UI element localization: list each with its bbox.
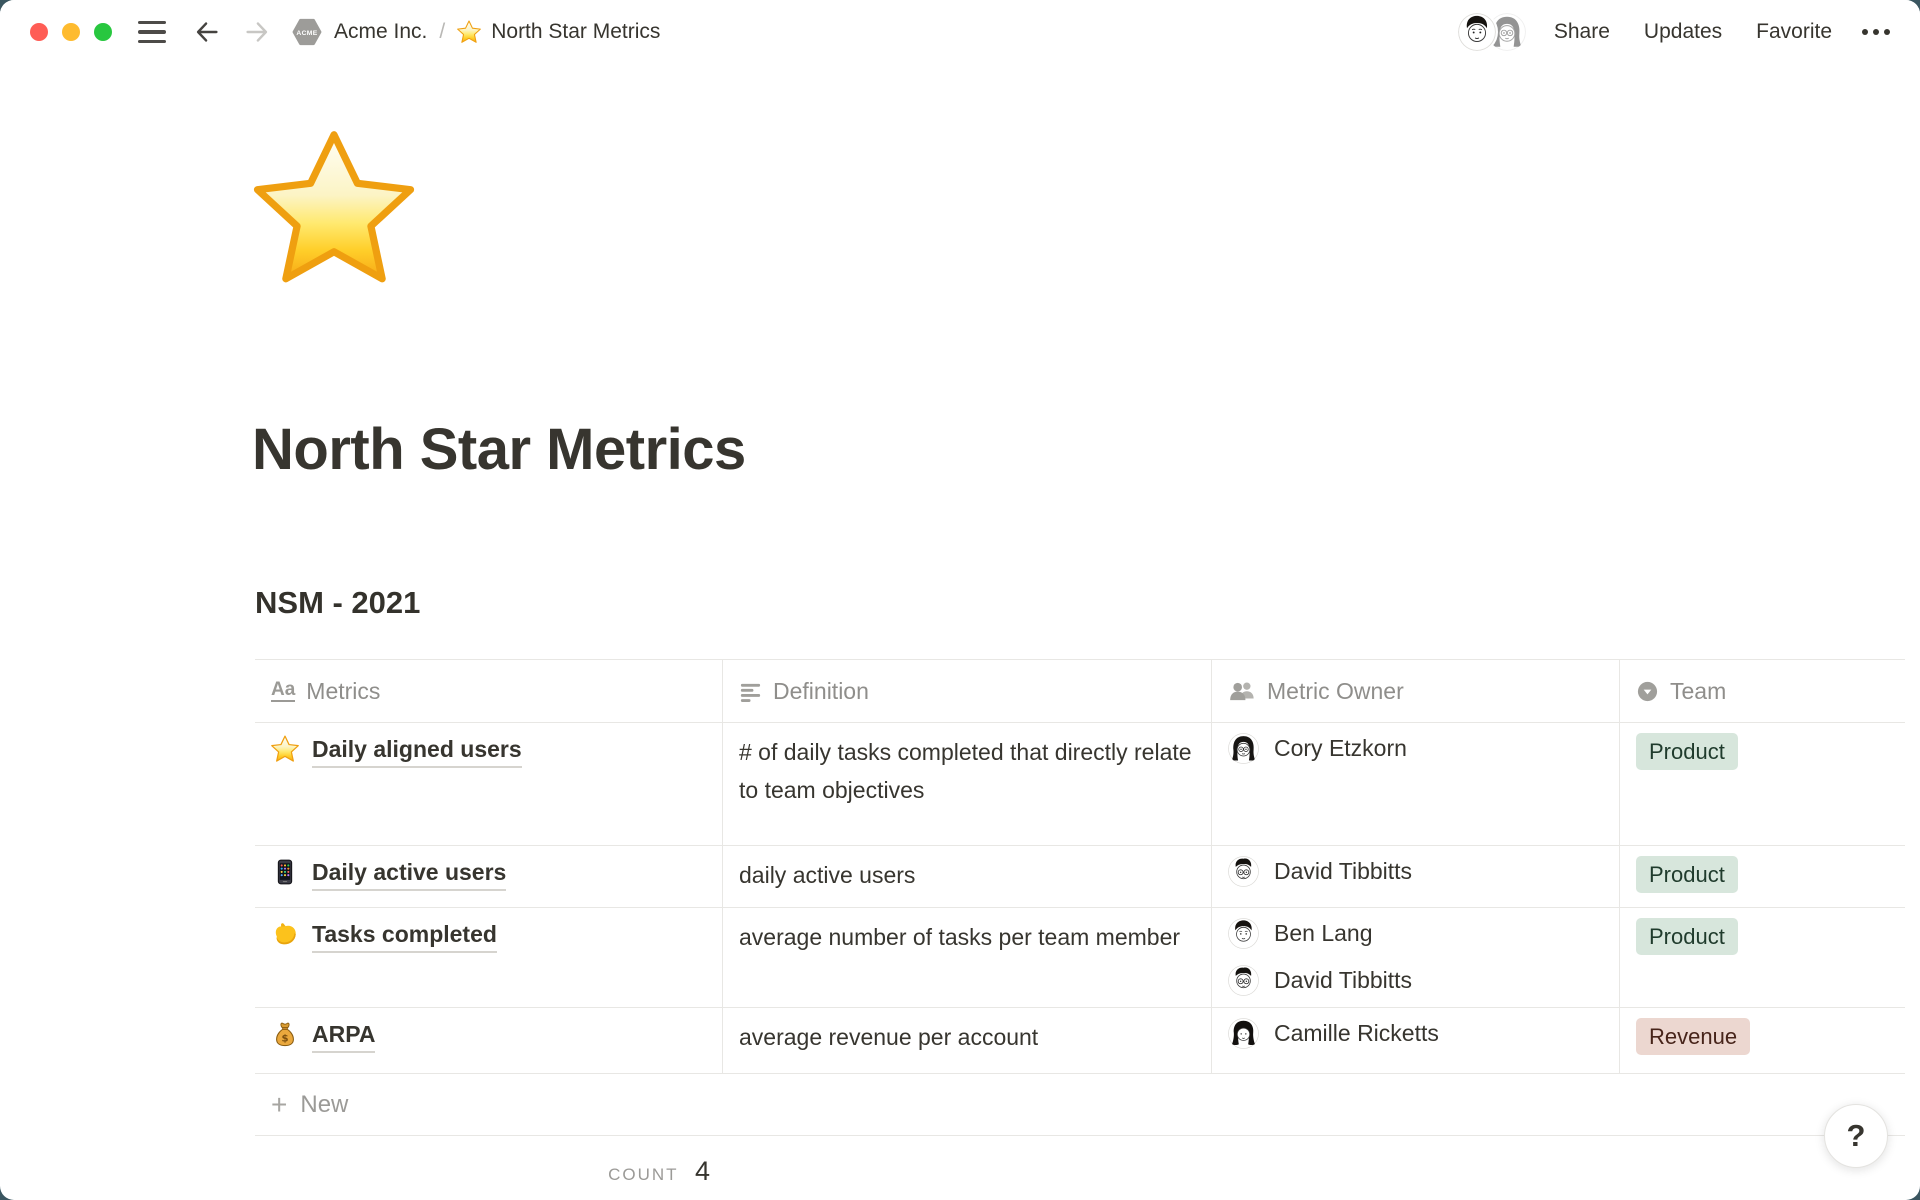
team-cell: Product: [1620, 908, 1905, 1007]
owner-name: Camille Ricketts: [1274, 1020, 1439, 1047]
cory-avatar: [1228, 733, 1259, 764]
team-cell: Product: [1620, 723, 1905, 845]
column-label: Metric Owner: [1267, 678, 1404, 705]
page-title[interactable]: North Star Metrics: [252, 417, 746, 483]
star-emoji: [271, 735, 299, 763]
metric-page-link[interactable]: Tasks completed: [312, 918, 497, 953]
definition-cell[interactable]: average number of tasks per team member: [723, 908, 1212, 1007]
person-property-icon: [1228, 678, 1256, 704]
share-button[interactable]: Share: [1554, 20, 1610, 44]
definition-cell[interactable]: # of daily tasks completed that directly…: [723, 723, 1212, 845]
table-row: ARPA average revenue per account Camille…: [255, 1008, 1905, 1074]
updates-button[interactable]: Updates: [1644, 20, 1722, 44]
back-icon[interactable]: [192, 17, 222, 47]
table-row: Daily active users daily active users Da…: [255, 846, 1905, 908]
notion-window: Acme Inc. / North Star Metrics Share Upd…: [0, 0, 1920, 1200]
breadcrumb-star-icon: [457, 20, 481, 44]
table-footer-count[interactable]: COUNT 4: [255, 1156, 710, 1187]
metric-cell: ARPA: [255, 1008, 723, 1073]
owner-name: David Tibbitts: [1274, 858, 1412, 885]
definition-cell[interactable]: daily active users: [723, 846, 1212, 907]
column-header-metrics[interactable]: Aa Metrics: [255, 660, 723, 722]
column-header-team[interactable]: Team: [1620, 660, 1905, 722]
money-bag-emoji: [271, 1020, 299, 1048]
column-label: Metrics: [306, 678, 380, 705]
metric-cell: Daily aligned users: [255, 723, 723, 845]
select-property-icon: [1636, 680, 1659, 703]
paragraph-property-icon: [739, 680, 762, 703]
owner-entry[interactable]: David Tibbitts: [1228, 965, 1412, 996]
breadcrumb-separator: /: [439, 20, 445, 44]
breadcrumb-page[interactable]: North Star Metrics: [491, 20, 660, 44]
owner-entry[interactable]: Ben Lang: [1228, 918, 1372, 949]
add-new-row-button[interactable]: + New: [255, 1074, 1905, 1136]
table-row: Tasks completed average number of tasks …: [255, 908, 1905, 1008]
section-heading[interactable]: NSM - 2021: [255, 585, 420, 621]
mobile-phone-emoji: [271, 858, 299, 886]
zoom-window-button[interactable]: [94, 23, 112, 41]
camille-avatar: [1228, 1018, 1259, 1049]
metric-page-link[interactable]: ARPA: [312, 1018, 375, 1053]
ben-avatar: [1228, 918, 1259, 949]
help-button[interactable]: ?: [1824, 1104, 1888, 1168]
owner-cell: Camille Ricketts: [1212, 1008, 1620, 1073]
sidebar-menu-icon[interactable]: [138, 21, 166, 43]
forward-icon[interactable]: [242, 17, 272, 47]
team-cell: Product: [1620, 846, 1905, 907]
text-property-icon: Aa: [271, 680, 295, 703]
count-label: COUNT: [608, 1165, 678, 1184]
david-avatar: [1228, 965, 1259, 996]
count-value: 4: [695, 1156, 710, 1186]
owner-cell: Cory Etzkorn: [1212, 723, 1620, 845]
metric-page-link[interactable]: Daily active users: [312, 856, 506, 891]
definition-cell[interactable]: average revenue per account: [723, 1008, 1212, 1073]
column-header-metric-owner[interactable]: Metric Owner: [1212, 660, 1620, 722]
workspace-logo-icon[interactable]: [292, 18, 322, 46]
topbar-actions: Share Updates Favorite: [1456, 10, 1890, 54]
column-label: Definition: [773, 678, 869, 705]
table-header-row: Aa Metrics Definition Metric Owner Team: [255, 660, 1905, 723]
table-row: Daily aligned users # of daily tasks com…: [255, 723, 1905, 846]
column-label: Team: [1670, 678, 1726, 705]
viewer-avatar-man[interactable]: [1456, 11, 1498, 53]
new-row-label: New: [300, 1091, 348, 1119]
breadcrumb-workspace[interactable]: Acme Inc.: [334, 20, 427, 44]
minimize-window-button[interactable]: [62, 23, 80, 41]
metric-cell: Daily active users: [255, 846, 723, 907]
team-tag[interactable]: Product: [1636, 918, 1738, 955]
team-tag[interactable]: Product: [1636, 733, 1738, 770]
favorite-button[interactable]: Favorite: [1756, 20, 1832, 44]
team-tag[interactable]: Product: [1636, 856, 1738, 893]
column-header-definition[interactable]: Definition: [723, 660, 1212, 722]
team-cell: Revenue: [1620, 1008, 1905, 1073]
help-glyph: ?: [1847, 1118, 1866, 1154]
top-bar: Acme Inc. / North Star Metrics Share Upd…: [0, 0, 1920, 64]
owner-name: Cory Etzkorn: [1274, 735, 1407, 762]
owner-cell: Ben Lang David Tibbitts: [1212, 908, 1620, 1007]
team-tag[interactable]: Revenue: [1636, 1018, 1750, 1055]
flexed-biceps-emoji: [271, 920, 299, 948]
page-icon-star[interactable]: [253, 128, 415, 290]
window-controls: [30, 23, 112, 41]
owner-cell: David Tibbitts: [1212, 846, 1620, 907]
metrics-table: Aa Metrics Definition Metric Owner Team …: [255, 659, 1905, 1136]
owner-name: Ben Lang: [1274, 920, 1372, 947]
viewer-avatars[interactable]: [1456, 10, 1528, 54]
more-options-icon[interactable]: [1862, 29, 1890, 35]
plus-icon: +: [271, 1091, 287, 1119]
owner-entry[interactable]: Cory Etzkorn: [1228, 733, 1407, 764]
owner-name: David Tibbitts: [1274, 967, 1412, 994]
close-window-button[interactable]: [30, 23, 48, 41]
owner-entry[interactable]: David Tibbitts: [1228, 856, 1412, 887]
david-avatar: [1228, 856, 1259, 887]
owner-entry[interactable]: Camille Ricketts: [1228, 1018, 1439, 1049]
metric-page-link[interactable]: Daily aligned users: [312, 733, 522, 768]
metric-cell: Tasks completed: [255, 908, 723, 1007]
